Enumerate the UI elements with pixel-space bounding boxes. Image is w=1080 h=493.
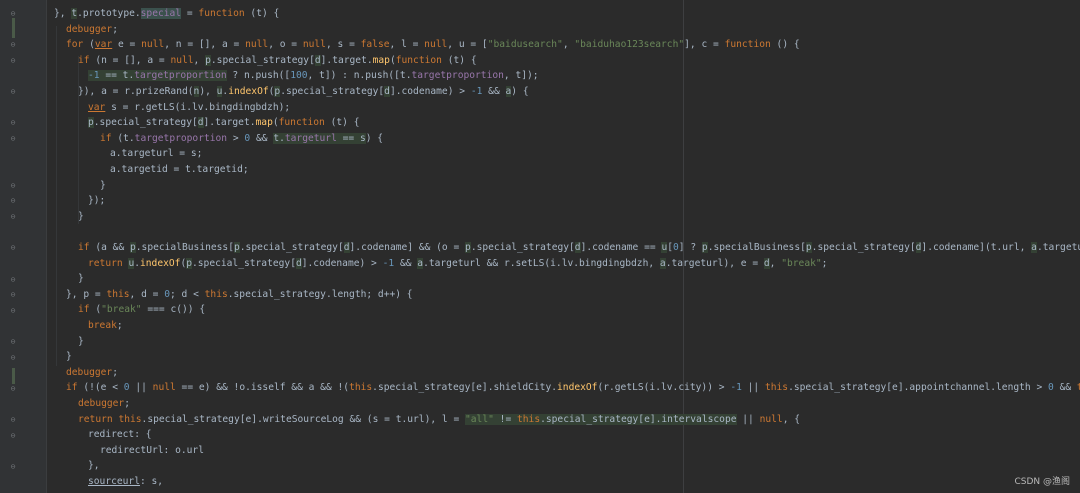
- code-line-16[interactable]: if (a && p.specialBusiness[p.special_str…: [78, 240, 1080, 256]
- fold-icon[interactable]: ⊖: [9, 291, 17, 299]
- watermark: CSDN @渔阁: [1014, 477, 1070, 487]
- code-line-2[interactable]: debugger;: [66, 22, 118, 38]
- code-line-28[interactable]: redirect: {: [88, 427, 152, 443]
- fold-icon[interactable]: ⊖: [9, 88, 17, 96]
- fold-icon[interactable]: ⊖: [9, 213, 17, 221]
- code-line-4[interactable]: if (n = [], a = null, p.special_strategy…: [78, 53, 477, 69]
- code-line-14[interactable]: }: [78, 209, 84, 225]
- indent-guide: [78, 56, 79, 224]
- change-marker: [12, 368, 15, 384]
- fold-icon[interactable]: ⊖: [9, 10, 17, 18]
- code-line-5[interactable]: -1 == t.targetproportion ? n.push([100, …: [88, 68, 539, 84]
- fold-icon[interactable]: ⊖: [9, 119, 17, 127]
- code-line-22[interactable]: }: [78, 334, 84, 350]
- change-marker: [12, 18, 15, 38]
- fold-icon[interactable]: ⊖: [9, 432, 17, 440]
- code-line-13[interactable]: });: [88, 193, 105, 209]
- code-line-27[interactable]: return this.special_strategy[e].writeSou…: [78, 412, 800, 428]
- code-line-20[interactable]: if ("break" === c()) {: [78, 302, 205, 318]
- fold-icon[interactable]: ⊖: [9, 244, 17, 252]
- fold-icon[interactable]: ⊖: [9, 354, 17, 362]
- code-line-23[interactable]: }: [66, 349, 72, 365]
- fold-icon[interactable]: ⊖: [9, 182, 17, 190]
- fold-icon[interactable]: ⊖: [9, 385, 17, 393]
- fold-icon[interactable]: ⊖: [9, 307, 17, 315]
- code-line-8[interactable]: p.special_strategy[d].target.map(functio…: [88, 115, 360, 131]
- fold-icon[interactable]: ⊖: [9, 197, 17, 205]
- code-line-17[interactable]: return u.indexOf(p.special_strategy[d].c…: [88, 256, 827, 272]
- code-line-7[interactable]: var s = r.getLS(i.lv.bingdingbdzh);: [88, 100, 290, 116]
- code-line-31[interactable]: sourceurl: s,: [88, 474, 163, 490]
- code-line-6[interactable]: }), a = r.prizeRand(n), u.indexOf(p.spec…: [78, 84, 529, 100]
- code-line-24[interactable]: debugger;: [66, 365, 118, 381]
- code-line-12[interactable]: }: [100, 178, 106, 194]
- code-line-26[interactable]: debugger;: [78, 396, 130, 412]
- code-editor[interactable]: ⊖ ⊖ ⊖ ⊖ ⊖ ⊖ ⊖ ⊖ ⊖ ⊖ ⊖ ⊖ ⊖ ⊖ ⊖ ⊖ ⊖ ⊖ ⊖ },…: [0, 0, 1080, 493]
- code-line-21[interactable]: break;: [88, 318, 123, 334]
- code-line-25[interactable]: if (!(e < 0 || null == e) && !o.isself &…: [66, 380, 1080, 396]
- code-line-10[interactable]: a.targeturl = s;: [110, 146, 202, 162]
- code-line-1[interactable]: }, t.prototype.special = function (t) {: [54, 6, 279, 22]
- code-line-9[interactable]: if (t.targetproportion > 0 && t.targetur…: [100, 131, 383, 147]
- code-line-29[interactable]: redirectUrl: o.url: [100, 443, 204, 459]
- fold-icon[interactable]: ⊖: [9, 276, 17, 284]
- fold-icon[interactable]: ⊖: [9, 57, 17, 65]
- fold-icon[interactable]: ⊖: [9, 463, 17, 471]
- editor-gutter: ⊖ ⊖ ⊖ ⊖ ⊖ ⊖ ⊖ ⊖ ⊖ ⊖ ⊖ ⊖ ⊖ ⊖ ⊖ ⊖ ⊖ ⊖ ⊖: [0, 0, 47, 493]
- code-line-11[interactable]: a.targetid = t.targetid;: [110, 162, 249, 178]
- code-line-19[interactable]: }, p = this, d = 0; d < this.special_str…: [66, 287, 413, 303]
- fold-icon[interactable]: ⊖: [9, 416, 17, 424]
- code-line-18[interactable]: }: [78, 271, 84, 287]
- code-line-3[interactable]: for (var e = null, n = [], a = null, o =…: [66, 37, 800, 53]
- fold-icon[interactable]: ⊖: [9, 338, 17, 346]
- fold-icon[interactable]: ⊖: [9, 135, 17, 143]
- fold-icon[interactable]: ⊖: [9, 41, 17, 49]
- indent-guide: [56, 26, 57, 366]
- code-line-30[interactable]: },: [88, 458, 100, 474]
